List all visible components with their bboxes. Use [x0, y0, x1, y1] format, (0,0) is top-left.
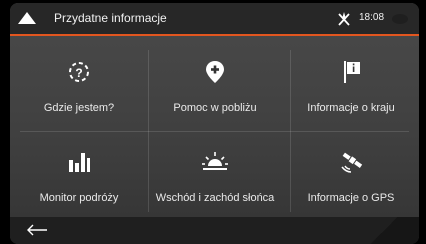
- tile-label: Gdzie jestem?: [43, 102, 115, 114]
- tile-label: Wschód i zachód słońca: [155, 192, 275, 204]
- app-screen: Przydatne informacje 18:08 ? Gdzie jeste…: [10, 3, 419, 244]
- tile-country-info[interactable]: Informacje o kraju: [283, 36, 419, 126]
- footer-bar: [10, 217, 419, 244]
- back-button[interactable]: [10, 217, 66, 244]
- pin-plus-icon: [206, 61, 224, 83]
- svg-text:?: ?: [75, 66, 82, 80]
- tile-sunrise-sunset[interactable]: Wschód i zachód słońca: [147, 126, 283, 216]
- target-location-icon: ?: [69, 62, 89, 82]
- info-grid: ? Gdzie jestem? Pomoc w pobliżu Informac…: [10, 36, 419, 216]
- clock: 18:08: [359, 12, 385, 23]
- footer-shade: [349, 217, 419, 244]
- gps-off-icon: [338, 12, 350, 26]
- bar-chart-icon: [69, 153, 90, 172]
- tile-label: Informacje o kraju: [307, 102, 395, 114]
- notification-bubble: [392, 14, 408, 24]
- tile-nearby-help[interactable]: Pomoc w pobliżu: [147, 36, 283, 126]
- page-title: Przydatne informacje: [54, 11, 167, 25]
- tile-label: Pomoc w pobliżu: [173, 102, 257, 114]
- back-arrow-icon: [27, 224, 47, 236]
- up-arrow-icon[interactable]: [17, 10, 37, 26]
- tile-label: Informacje o GPS: [307, 192, 395, 204]
- sunset-icon: [202, 152, 228, 170]
- satellite-icon: [341, 152, 363, 173]
- flag-info-icon: [344, 61, 360, 83]
- tile-trip-monitor[interactable]: Monitor podróży: [11, 126, 147, 216]
- tile-label: Monitor podróży: [39, 192, 119, 204]
- tile-gps-info[interactable]: Informacje o GPS: [283, 126, 419, 216]
- tile-where-am-i[interactable]: ? Gdzie jestem?: [11, 36, 147, 126]
- header-bar: Przydatne informacje 18:08: [10, 3, 419, 36]
